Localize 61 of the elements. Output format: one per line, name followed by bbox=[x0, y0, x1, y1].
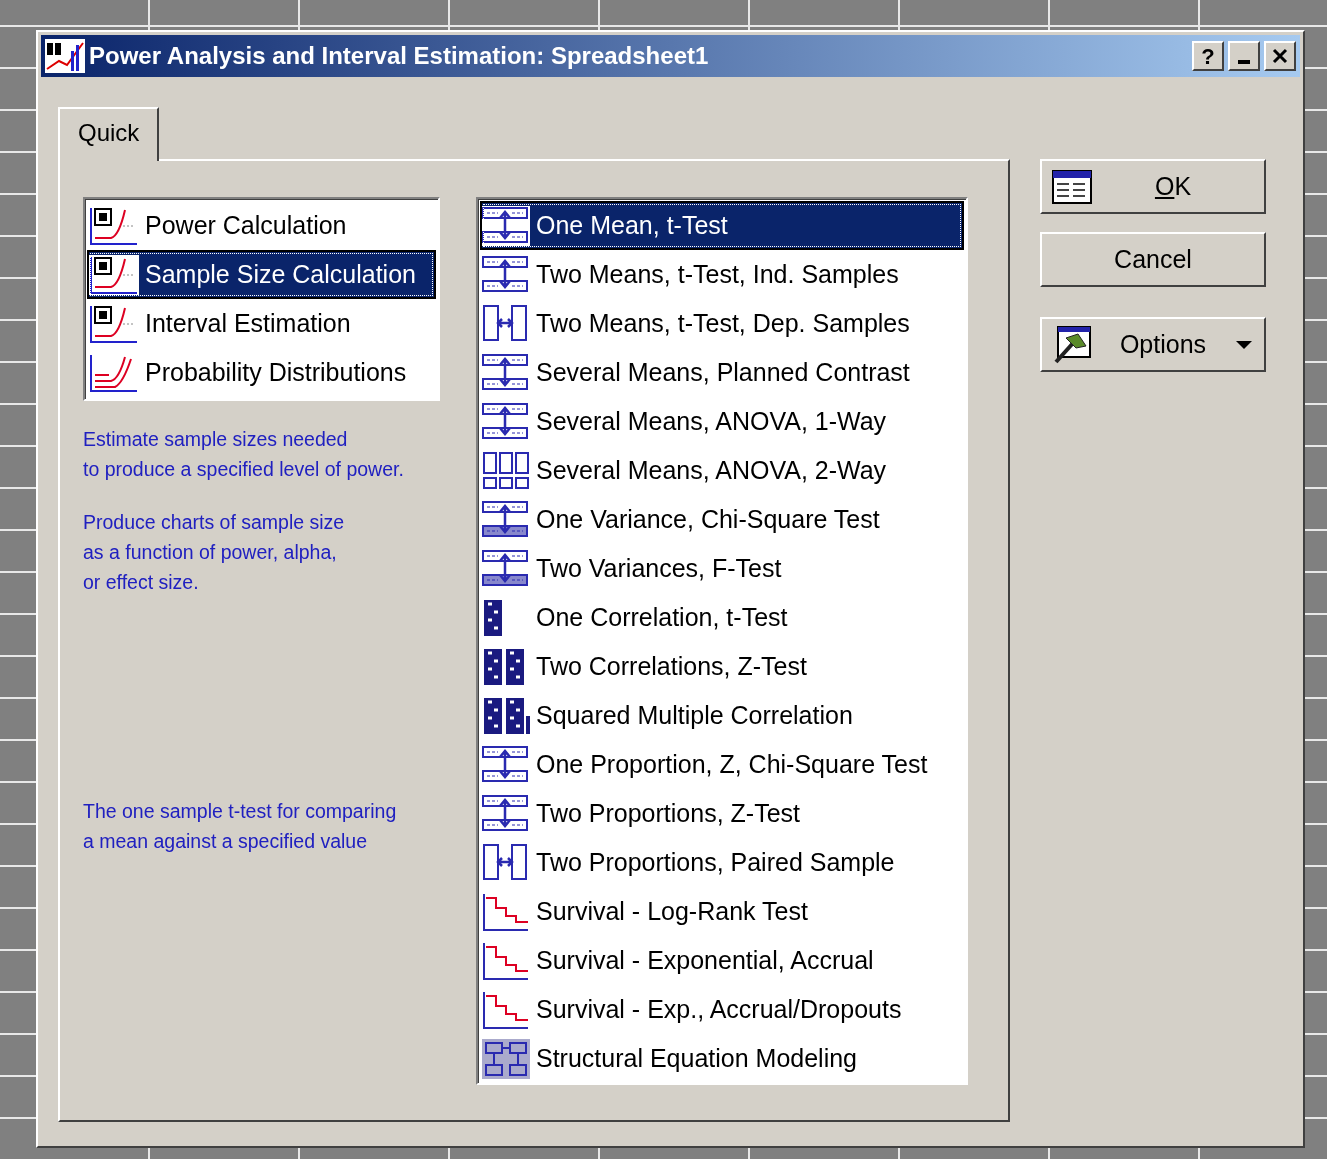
arrow-table-icon bbox=[482, 842, 530, 883]
list-item[interactable]: Survival - Exp., Accrual/Dropouts bbox=[480, 985, 964, 1034]
description-text: Produce charts of sample size as a function of power, alpha, or effect size. bbox=[83, 510, 346, 595]
list-item[interactable]: Structural Equation Modeling bbox=[480, 1034, 964, 1083]
minimize-button[interactable] bbox=[1228, 41, 1260, 71]
cancel-button[interactable]: Cancel bbox=[1040, 232, 1266, 287]
app-icon bbox=[45, 39, 85, 73]
step-chart-icon bbox=[482, 989, 530, 1030]
checker-icon bbox=[482, 646, 524, 687]
step-chart-icon bbox=[482, 891, 530, 932]
list-item[interactable]: One Correlation, t-Test bbox=[480, 593, 964, 642]
help-button[interactable]: ? bbox=[1192, 41, 1224, 71]
arrow-table-icon bbox=[482, 548, 530, 589]
list-item[interactable]: Several Means, Planned Contrast bbox=[480, 348, 964, 397]
close-button[interactable] bbox=[1264, 41, 1296, 71]
analysis-description: The one sample t-test for comparing a mean against a specified value bbox=[83, 799, 398, 854]
checker-icon bbox=[482, 597, 502, 638]
list-item[interactable]: Several Means, ANOVA, 2-Way bbox=[480, 446, 964, 495]
list-item[interactable]: One Variance, Chi-Square Test bbox=[480, 495, 964, 544]
close-icon bbox=[1272, 48, 1288, 64]
list-item[interactable]: Power Calculation bbox=[87, 201, 436, 250]
arrow-table-icon bbox=[482, 401, 530, 442]
diagram-icon bbox=[482, 1038, 530, 1079]
list-item[interactable]: Survival - Log-Rank Test bbox=[480, 887, 964, 936]
list-item[interactable]: Two Proportions, Paired Sample bbox=[480, 838, 964, 887]
arrow-table-icon bbox=[482, 744, 530, 785]
step-chart-icon bbox=[482, 940, 530, 981]
dropdown-arrow-icon bbox=[1234, 338, 1254, 351]
list-item[interactable]: Two Means, t-Test, Dep. Samples bbox=[480, 299, 964, 348]
list-item[interactable]: Probability Distributions bbox=[87, 348, 436, 397]
options-button[interactable]: Options bbox=[1040, 317, 1266, 372]
hammer-icon bbox=[1052, 325, 1092, 364]
list-item[interactable]: Two Variances, F-Test bbox=[480, 544, 964, 593]
list-item[interactable]: Several Means, ANOVA, 1-Way bbox=[480, 397, 964, 446]
chart-icon bbox=[89, 303, 139, 344]
arrow-table-icon bbox=[482, 793, 530, 834]
list-item[interactable]: Two Correlations, Z-Test bbox=[480, 642, 964, 691]
description-text: Estimate sample sizes needed to produce a specified level of power. bbox=[83, 427, 405, 482]
arrow-table-icon bbox=[482, 303, 530, 344]
chart-icon bbox=[89, 205, 139, 246]
arrow-table-icon bbox=[482, 254, 530, 295]
list-item[interactable]: Interval Estimation bbox=[87, 299, 436, 348]
tab[interactable]: Quick bbox=[58, 107, 160, 161]
arrow-table-icon bbox=[482, 205, 530, 246]
list-item[interactable]: One Proportion, Z, Chi-Square Test bbox=[480, 740, 964, 789]
list-item[interactable]: Squared Multiple Correlation bbox=[480, 691, 964, 740]
table-icon bbox=[1052, 169, 1092, 204]
minimize-icon bbox=[1238, 60, 1250, 64]
ok-button[interactable]: OK bbox=[1040, 159, 1266, 214]
list-item[interactable]: Two Means, t-Test, Ind. Samples bbox=[480, 250, 964, 299]
list-item[interactable]: Sample Size Calculation bbox=[87, 250, 436, 299]
chart-icon bbox=[89, 352, 139, 393]
arrow-table-icon bbox=[482, 352, 530, 393]
window-title: Power Analysis and Interval Estimation: Spreadsheet1 bbox=[89, 41, 709, 71]
checker-icon bbox=[482, 695, 530, 736]
list-item[interactable]: Survival - Exponential, Accrual bbox=[480, 936, 964, 985]
list-item[interactable]: Two Proportions, Z-Test bbox=[480, 789, 964, 838]
chart-icon bbox=[89, 254, 139, 295]
arrow-table-icon bbox=[482, 499, 530, 540]
grid-icon bbox=[482, 450, 530, 491]
list-item[interactable]: One Mean, t-Test bbox=[480, 201, 964, 250]
